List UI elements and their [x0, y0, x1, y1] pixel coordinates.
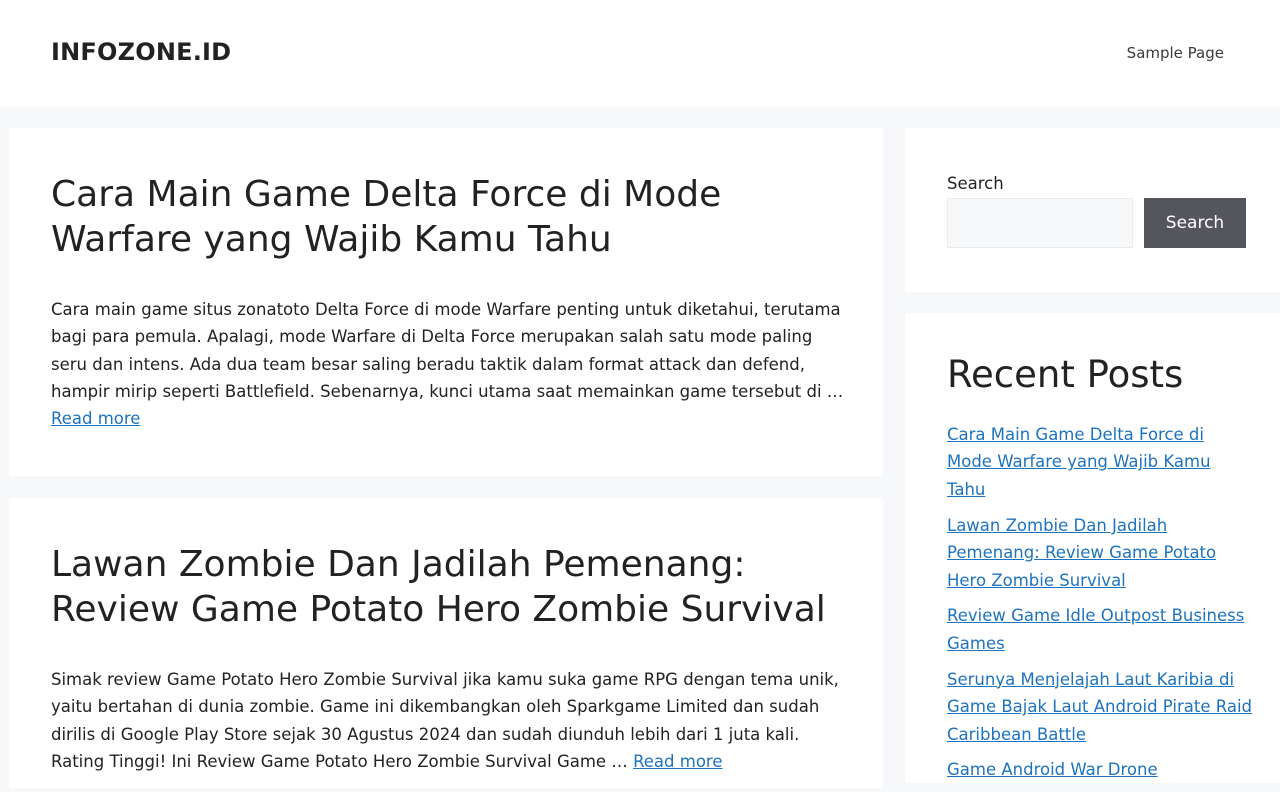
list-item: Serunya Menjelajah Laut Karibia di Game …	[947, 666, 1252, 748]
post-title[interactable]: Cara Main Game Delta Force di Mode Warfa…	[51, 172, 841, 262]
recent-post-link[interactable]: Review Game Idle Outpost Business Games	[947, 606, 1244, 652]
nav-item-sample-page[interactable]: Sample Page	[1127, 44, 1224, 62]
search-widget: Search Search	[905, 128, 1280, 292]
recent-post-link[interactable]: Serunya Menjelajah Laut Karibia di Game …	[947, 670, 1252, 744]
recent-posts-widget: Recent Posts Cara Main Game Delta Force …	[905, 313, 1280, 783]
read-more-link[interactable]: Read more	[633, 752, 722, 771]
post-title[interactable]: Lawan Zombie Dan Jadilah Pemenang: Revie…	[51, 542, 841, 632]
post-excerpt-text: Cara main game situs zonatoto Delta Forc…	[51, 300, 844, 401]
post-excerpt: Cara main game situs zonatoto Delta Forc…	[51, 296, 851, 432]
recent-post-link[interactable]: Lawan Zombie Dan Jadilah Pemenang: Revie…	[947, 516, 1216, 590]
read-more-link[interactable]: Read more	[51, 409, 140, 428]
search-input[interactable]	[947, 198, 1133, 248]
recent-post-link[interactable]: Cara Main Game Delta Force di Mode Warfa…	[947, 425, 1211, 499]
search-button[interactable]: Search	[1144, 198, 1246, 248]
main-nav: Sample Page	[1127, 44, 1224, 62]
list-item: Lawan Zombie Dan Jadilah Pemenang: Revie…	[947, 512, 1252, 594]
site-title[interactable]: INFOZONE.ID	[51, 38, 231, 66]
recent-post-link[interactable]: Game Android War Drone	[947, 760, 1158, 779]
list-item: Game Android War Drone	[947, 756, 1252, 783]
post-card: Lawan Zombie Dan Jadilah Pemenang: Revie…	[9, 498, 883, 788]
post-excerpt: Simak review Game Potato Hero Zombie Sur…	[51, 666, 851, 775]
site-header: INFOZONE.ID Sample Page	[0, 0, 1280, 107]
list-item: Cara Main Game Delta Force di Mode Warfa…	[947, 421, 1252, 503]
recent-posts-title: Recent Posts	[947, 353, 1184, 396]
search-label: Search	[947, 174, 1004, 193]
list-item: Review Game Idle Outpost Business Games	[947, 602, 1252, 657]
recent-posts-list: Cara Main Game Delta Force di Mode Warfa…	[947, 421, 1252, 792]
post-card: Cara Main Game Delta Force di Mode Warfa…	[9, 128, 883, 476]
